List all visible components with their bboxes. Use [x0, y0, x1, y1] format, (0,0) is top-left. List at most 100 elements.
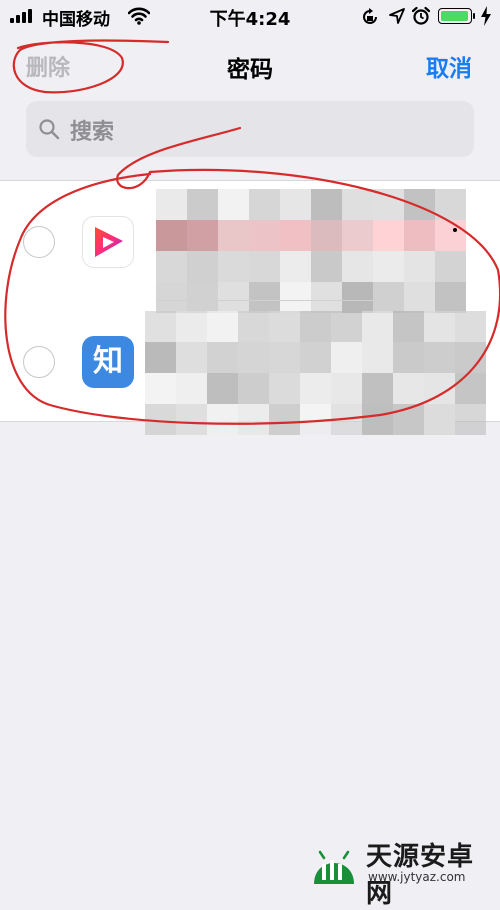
- mosaic-cell: [269, 342, 300, 373]
- mosaic-cell: [187, 251, 218, 282]
- mosaic-cell: [455, 311, 486, 342]
- annotation-dot: [453, 228, 457, 232]
- mosaic-cell: [404, 251, 435, 282]
- battery-icon: [438, 8, 472, 24]
- mosaic-cell: [393, 342, 424, 373]
- mosaic-cell: [238, 404, 269, 435]
- mosaic-cell: [393, 404, 424, 435]
- mosaic-cell: [280, 220, 311, 251]
- mosaic-cell: [238, 373, 269, 404]
- search-placeholder: 搜索: [70, 120, 115, 145]
- mosaic-cell: [145, 404, 176, 435]
- mosaic-cell: [187, 220, 218, 251]
- charging-icon: [481, 6, 491, 26]
- mosaic-cell: [331, 404, 362, 435]
- mosaic-cell: [156, 220, 187, 251]
- mosaic-cell: [455, 373, 486, 404]
- mosaic-cell: [342, 220, 373, 251]
- mosaic-cell: [435, 251, 466, 282]
- mosaic-cell: [207, 404, 238, 435]
- page-title: 密码: [227, 57, 273, 83]
- mosaic-cell: [218, 220, 249, 251]
- mosaic-cell: [424, 373, 455, 404]
- mosaic-cell: [218, 251, 249, 282]
- mosaic-cell: [362, 342, 393, 373]
- mosaic-cell: [176, 373, 207, 404]
- blurred-account-info: [145, 311, 486, 435]
- mosaic-cell: [207, 342, 238, 373]
- mosaic-cell: [331, 373, 362, 404]
- mosaic-cell: [145, 373, 176, 404]
- mosaic-cell: [311, 189, 342, 220]
- mosaic-cell: [404, 189, 435, 220]
- mosaic-cell: [207, 311, 238, 342]
- zhihu-app-icon: 知: [82, 336, 134, 388]
- mosaic-cell: [187, 189, 218, 220]
- mosaic-cell: [373, 189, 404, 220]
- status-bar: 中国移动 下午4:24: [0, 0, 500, 34]
- mosaic-cell: [311, 251, 342, 282]
- mosaic-cell: [342, 251, 373, 282]
- mosaic-cell: [176, 404, 207, 435]
- mosaic-cell: [176, 311, 207, 342]
- mosaic-cell: [393, 373, 424, 404]
- mosaic-cell: [435, 189, 466, 220]
- list-item[interactable]: [0, 181, 500, 313]
- mosaic-cell: [362, 311, 393, 342]
- location-icon: [389, 8, 405, 24]
- mosaic-cell: [269, 373, 300, 404]
- watermark: 天源安卓网 www.jytyaz.com: [306, 836, 500, 909]
- mosaic-cell: [176, 342, 207, 373]
- mosaic-cell: [249, 251, 280, 282]
- mosaic-cell: [238, 342, 269, 373]
- mosaic-cell: [404, 220, 435, 251]
- select-radio[interactable]: [23, 346, 55, 378]
- mosaic-cell: [238, 311, 269, 342]
- cancel-button[interactable]: 取消: [426, 49, 472, 83]
- blurred-account-info: [156, 189, 466, 313]
- select-radio[interactable]: [23, 226, 55, 258]
- mosaic-cell: [331, 342, 362, 373]
- mosaic-cell: [424, 342, 455, 373]
- mosaic-cell: [455, 404, 486, 435]
- mosaic-cell: [300, 404, 331, 435]
- mosaic-cell: [269, 404, 300, 435]
- mosaic-cell: [362, 373, 393, 404]
- mosaic-cell: [269, 311, 300, 342]
- mosaic-cell: [280, 189, 311, 220]
- video-play-app-icon: [82, 216, 134, 268]
- android-logo-icon: [314, 850, 354, 884]
- mosaic-cell: [249, 220, 280, 251]
- mosaic-cell: [393, 311, 424, 342]
- mosaic-cell: [145, 311, 176, 342]
- watermark-url: www.jytyaz.com: [368, 870, 466, 884]
- mosaic-cell: [145, 342, 176, 373]
- mosaic-cell: [300, 342, 331, 373]
- search-input[interactable]: 搜索: [26, 101, 474, 157]
- mosaic-cell: [331, 311, 362, 342]
- mosaic-cell: [280, 251, 311, 282]
- mosaic-cell: [435, 220, 466, 251]
- alarm-icon: [412, 6, 430, 25]
- mosaic-cell: [218, 189, 249, 220]
- mosaic-cell: [424, 404, 455, 435]
- mosaic-cell: [300, 311, 331, 342]
- mosaic-cell: [156, 189, 187, 220]
- nav-bar: 删除 密码 取消: [0, 34, 500, 94]
- battery-cap: [473, 13, 475, 19]
- mosaic-cell: [342, 189, 373, 220]
- mosaic-cell: [362, 404, 393, 435]
- mosaic-cell: [300, 373, 331, 404]
- search-icon: [39, 119, 60, 140]
- mosaic-cell: [249, 189, 280, 220]
- list-item[interactable]: 知: [0, 301, 500, 435]
- mosaic-cell: [373, 220, 404, 251]
- mosaic-cell: [311, 220, 342, 251]
- mosaic-cell: [156, 251, 187, 282]
- password-list: 知: [0, 180, 500, 435]
- mosaic-cell: [207, 373, 238, 404]
- mosaic-cell: [455, 342, 486, 373]
- mosaic-cell: [373, 251, 404, 282]
- mosaic-cell: [424, 311, 455, 342]
- orientation-lock-icon: [363, 8, 377, 24]
